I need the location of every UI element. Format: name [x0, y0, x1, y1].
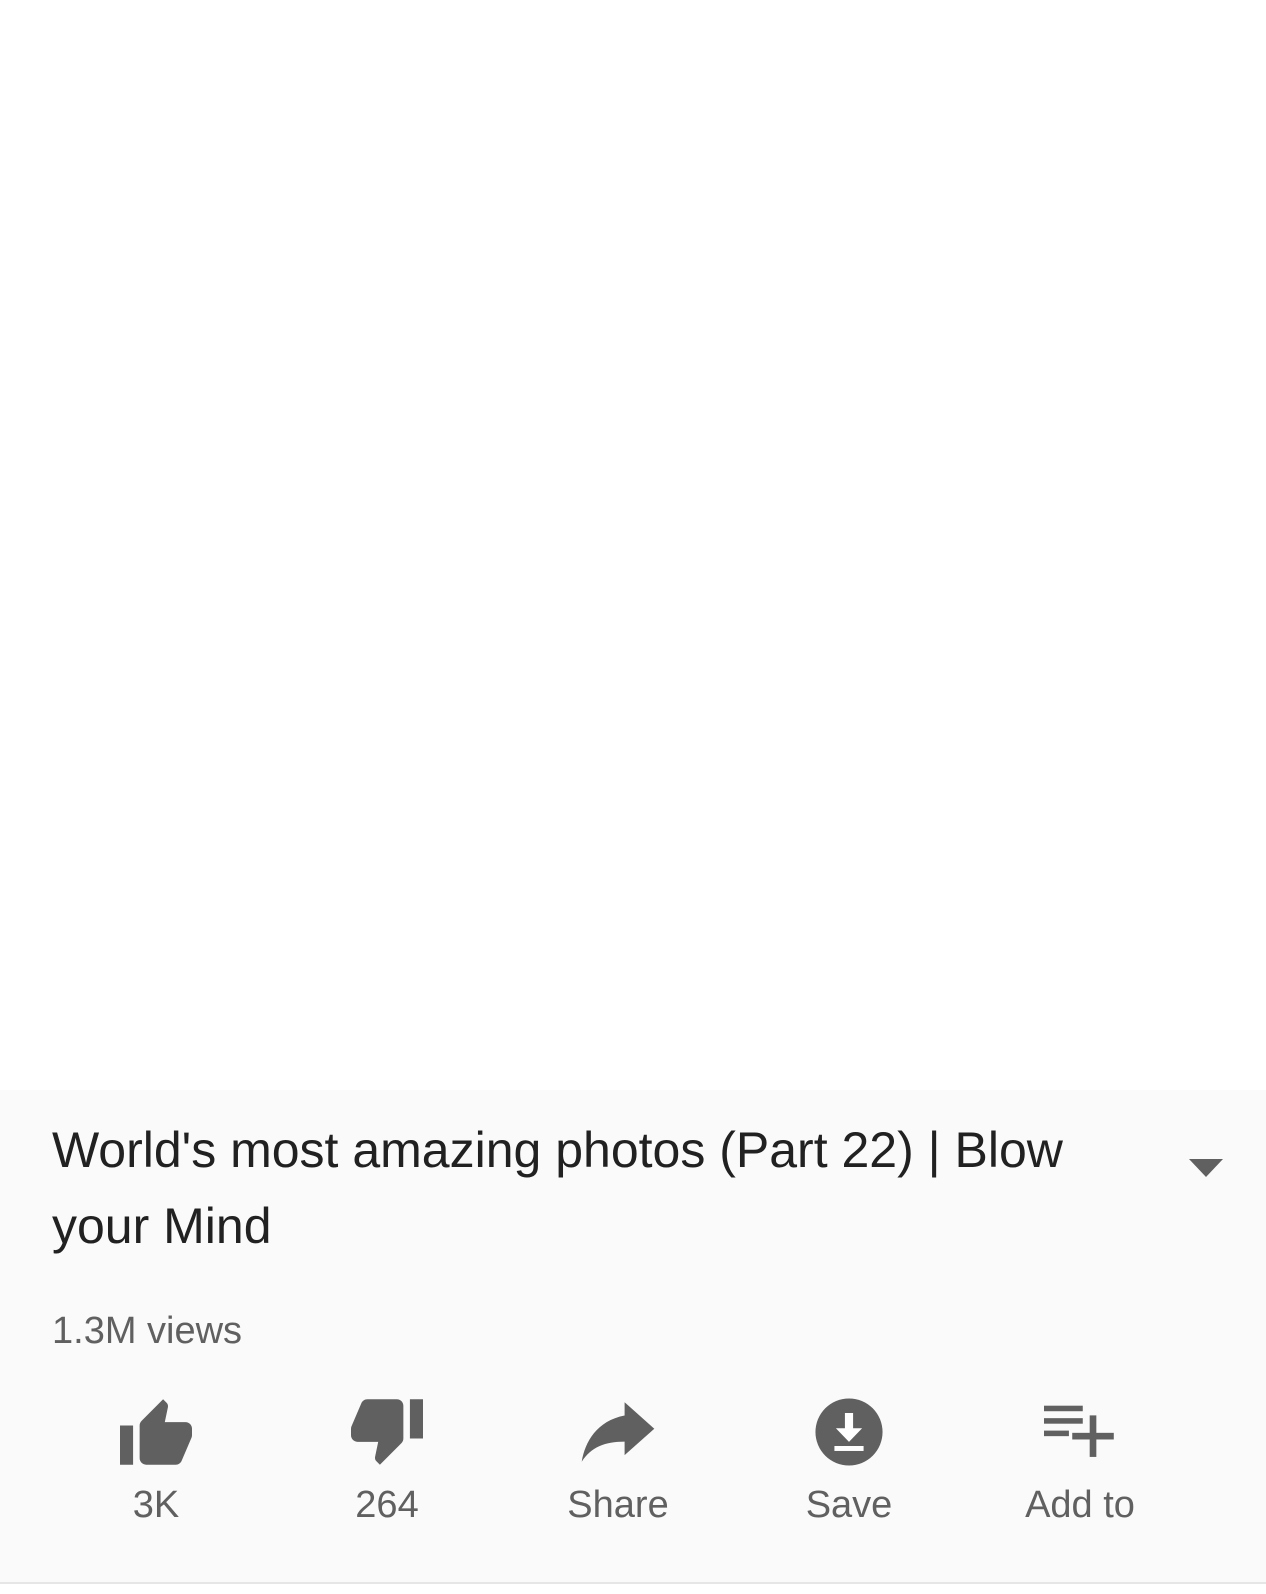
video-title: World's most amazing photos (Part 22) | …	[52, 1122, 1063, 1254]
caret-down-icon	[1189, 1159, 1223, 1177]
action-bar: 3K 264 Share Save Add to	[42, 1390, 1222, 1540]
add-to-label: Add to	[1025, 1484, 1135, 1526]
playlist-add-icon	[1038, 1390, 1122, 1474]
share-label: Share	[567, 1484, 669, 1526]
expand-description-button[interactable]	[1188, 1156, 1224, 1180]
like-count: 3K	[132, 1484, 180, 1526]
share-button[interactable]: Share	[528, 1390, 708, 1540]
thumbs-down-icon	[345, 1390, 429, 1474]
view-count: 1.3M views	[52, 1310, 243, 1352]
like-button[interactable]: 3K	[66, 1390, 246, 1540]
dislike-button[interactable]: 264	[297, 1390, 477, 1540]
share-icon	[576, 1390, 660, 1474]
save-label: Save	[805, 1484, 893, 1526]
divider	[0, 1582, 1266, 1584]
thumbs-up-icon	[114, 1390, 198, 1474]
add-to-playlist-button[interactable]: Add to	[990, 1390, 1170, 1540]
dislike-count: 264	[355, 1484, 419, 1526]
title-row[interactable]: World's most amazing photos (Part 22) | …	[52, 1112, 1152, 1264]
save-button[interactable]: Save	[759, 1390, 939, 1540]
download-icon	[807, 1390, 891, 1474]
video-player-area[interactable]	[0, 0, 1266, 1090]
